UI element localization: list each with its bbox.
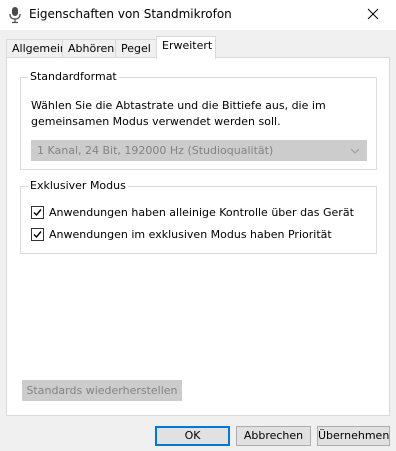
restore-defaults-button[interactable]: Standards wiederherstellen [22, 380, 182, 401]
tab-erweitert[interactable]: Erweitert [156, 36, 216, 59]
close-icon [367, 8, 379, 23]
title-bar: Eigenschaften von Standmikrofon [0, 0, 396, 30]
standardformat-group: Standardformat Wählen Sie die Abtastrate… [20, 70, 377, 170]
properties-dialog: Eigenschaften von Standmikrofon Allgemei… [0, 0, 396, 451]
tab-abhoeren[interactable]: Abhören [62, 39, 116, 58]
cancel-button[interactable]: Abbrechen [236, 426, 311, 446]
sample-format-value: 1 Kanal, 24 Bit, 192000 Hz (Studioqualit… [37, 144, 274, 157]
sample-format-select[interactable]: 1 Kanal, 24 Bit, 192000 Hz (Studioqualit… [31, 140, 367, 161]
exclusive-control-label: Anwendungen haben alleinige Kontrolle üb… [49, 206, 354, 219]
exclusive-priority-checkbox[interactable] [31, 228, 44, 241]
exclusive-control-checkbox[interactable] [31, 206, 44, 219]
tab-pegel[interactable]: Pegel [115, 39, 157, 58]
window-title: Eigenschaften von Standmikrofon [29, 7, 232, 21]
close-button[interactable] [350, 0, 396, 30]
microphone-icon [7, 6, 23, 24]
standardformat-description: Wählen Sie die Abtastrate und die Bittie… [31, 99, 326, 128]
exclusive-mode-legend: Exklusiver Modus [28, 179, 128, 192]
apply-button[interactable]: Übernehmen [317, 426, 390, 446]
checkmark-icon [33, 231, 42, 239]
ok-button[interactable]: OK [155, 426, 230, 446]
tab-allgemein[interactable]: Allgemein [6, 39, 67, 58]
checkmark-icon [33, 209, 42, 217]
standardformat-legend: Standardformat [28, 70, 119, 83]
exclusive-priority-label: Anwendungen im exklusiven Modus haben Pr… [49, 228, 332, 241]
exclusive-mode-group: Exklusiver Modus Anwendungen haben allei… [20, 179, 377, 254]
tab-panel-erweitert: Standardformat Wählen Sie die Abtastrate… [6, 57, 390, 416]
chevron-down-icon [350, 146, 360, 156]
